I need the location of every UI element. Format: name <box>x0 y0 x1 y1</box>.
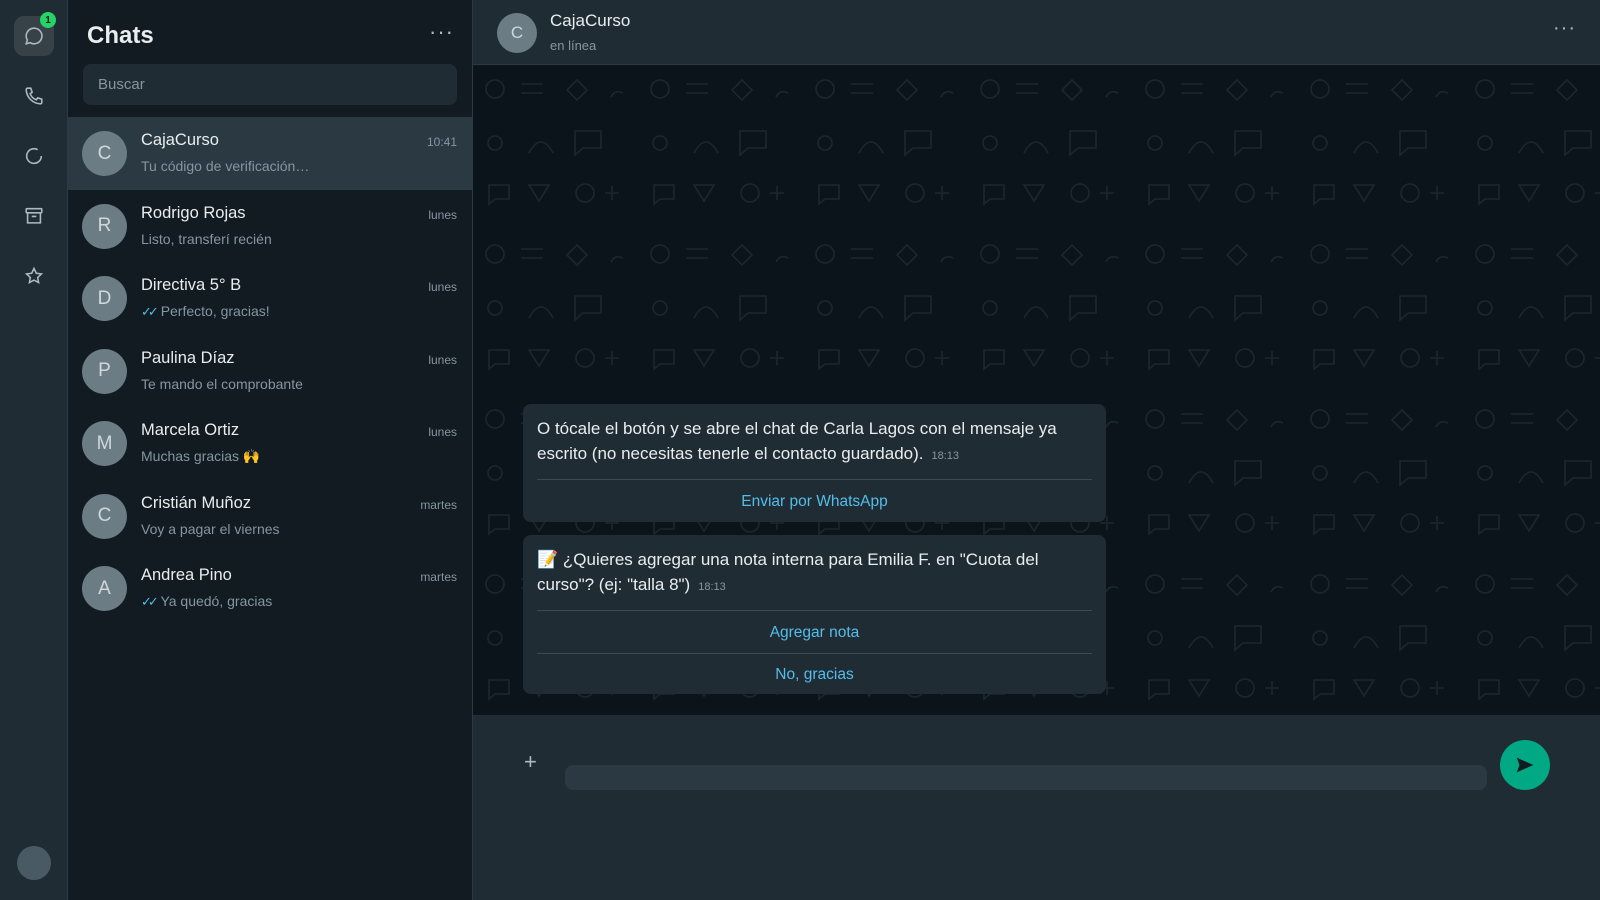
send-button[interactable] <box>1500 740 1550 790</box>
chat-item[interactable]: M Marcela Ortiz lunes Muchas gracias 🙌 <box>68 407 472 480</box>
message-text: 📝 ¿Quieres agregar una nota interna para… <box>537 550 1039 594</box>
chat-preview: Voy a pagar el viernes <box>141 520 280 537</box>
chat-item[interactable]: C CajaCurso 10:41 Tu código de verificac… <box>68 117 472 190</box>
avatar: C <box>82 131 127 176</box>
chat-item[interactable]: D Directiva 5° B lunes ✓✓ Perfecto, grac… <box>68 262 472 335</box>
chat-list-panel: Chats ··· C CajaCurso 10:41 Tu código de… <box>68 0 473 900</box>
conversation-menu-icon[interactable]: ··· <box>1553 18 1576 38</box>
status-nav-button[interactable] <box>14 136 54 176</box>
chat-icon <box>25 27 43 45</box>
message-time: 18:13 <box>931 450 960 462</box>
left-rail: 1 <box>0 0 68 900</box>
message-bubble: 📝 ¿Quieres agregar una nota interna para… <box>523 535 1106 694</box>
avatar: D <box>82 276 127 321</box>
starred-nav-button[interactable] <box>14 256 54 296</box>
archive-nav-button[interactable] <box>14 196 54 236</box>
chat-item[interactable]: C Cristián Muñoz martes Voy a pagar el v… <box>68 480 472 553</box>
unread-badge: 1 <box>40 12 56 28</box>
avatar: M <box>82 421 127 466</box>
list-menu-icon[interactable]: ··· <box>429 21 454 43</box>
message-composer: + <box>473 715 1600 900</box>
message-text: O tócale el botón y se abre el chat de C… <box>537 419 1057 463</box>
status-icon <box>25 147 43 165</box>
send-whatsapp-button[interactable]: Enviar por WhatsApp <box>537 479 1092 522</box>
chat-preview: Te mando el comprobante <box>141 375 303 392</box>
message-bubble: O tócale el botón y se abre el chat de C… <box>523 404 1106 522</box>
conversation-header[interactable]: C CajaCurso en línea ··· <box>473 0 1600 65</box>
message-input[interactable] <box>565 765 1487 790</box>
avatar: C <box>82 493 127 539</box>
read-ticks-icon: ✓✓ <box>141 594 159 609</box>
chat-name: CajaCurso <box>141 131 219 149</box>
avatar: P <box>82 348 127 394</box>
chat-name: Directiva 5° B <box>141 276 242 294</box>
search-input[interactable] <box>83 64 457 105</box>
avatar: A <box>82 566 127 611</box>
archive-icon <box>25 207 43 224</box>
send-icon <box>1516 757 1534 773</box>
whatsapp-app: 1 Chats ··· Buscar C CajaCurso 10:41 Tu … <box>0 0 1600 900</box>
attach-plus-icon[interactable]: + <box>524 751 537 773</box>
phone-icon <box>25 87 43 105</box>
chat-name: Marcela Ortiz <box>141 421 240 439</box>
chat-name: Cristián Muñoz <box>141 493 252 512</box>
chat-time: lunes <box>428 425 457 439</box>
panel-title: Chats <box>87 22 154 49</box>
chat-name: Andrea Pino <box>141 566 232 584</box>
chat-name: Rodrigo Rojas <box>141 203 246 222</box>
chat-preview: Muchas gracias 🙌 <box>141 448 261 464</box>
chat-time: martes <box>420 497 457 512</box>
contact-avatar: C <box>497 13 537 53</box>
chat-time: lunes <box>428 280 457 294</box>
chats-nav-button[interactable]: 1 <box>14 12 56 56</box>
chat-time: lunes <box>428 207 457 222</box>
chat-preview: Tu código de verificación… <box>141 158 310 174</box>
chat-time: lunes <box>428 352 457 367</box>
chat-preview: Listo, transferí recién <box>141 230 272 247</box>
chat-item[interactable]: R Rodrigo Rojas lunes Listo, transferí r… <box>68 190 472 263</box>
calls-nav-button[interactable] <box>14 76 54 116</box>
chat-time: martes <box>420 570 457 584</box>
profile-avatar[interactable] <box>17 846 51 880</box>
chat-item[interactable]: A Andrea Pino martes ✓✓ Ya quedó, gracia… <box>68 552 472 625</box>
chat-time: 10:41 <box>426 135 457 149</box>
no-thanks-button[interactable]: No, gracias <box>537 653 1092 694</box>
chat-preview: ✓✓ Perfecto, gracias! <box>141 303 270 319</box>
chat-name: Paulina Díaz <box>141 348 235 367</box>
chat-preview: ✓✓ Ya quedó, gracias <box>141 593 273 609</box>
chat-item[interactable]: P Paulina Díaz lunes Te mando el comprob… <box>68 335 472 408</box>
conversation-panel: C CajaCurso en línea ··· O tócale el bot… <box>473 0 1600 900</box>
avatar: R <box>82 203 127 249</box>
contact-name: CajaCurso <box>550 11 631 30</box>
star-icon <box>24 266 44 285</box>
add-note-button[interactable]: Agregar nota <box>537 610 1092 653</box>
read-ticks-icon: ✓✓ <box>141 304 159 319</box>
contact-status: en línea <box>550 38 597 53</box>
message-time: 18:13 <box>698 581 726 593</box>
chat-items: C CajaCurso 10:41 Tu código de verificac… <box>68 117 472 625</box>
